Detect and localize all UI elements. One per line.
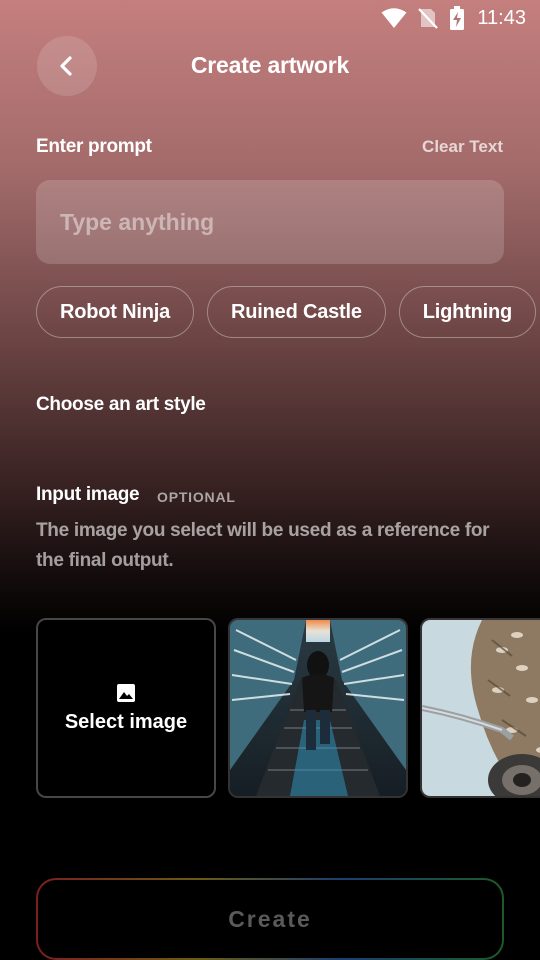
battery-charging-icon <box>449 6 465 30</box>
suggestion-chip-lightning[interactable]: Lightning <box>398 286 537 338</box>
select-image-label: Select image <box>64 710 188 733</box>
page-title: Create artwork <box>190 52 350 78</box>
select-image-tile[interactable]: Select image <box>36 618 216 798</box>
suggestion-chip-ruined-castle[interactable]: Ruined Castle <box>207 286 386 338</box>
image-icon <box>116 683 136 703</box>
status-bar: 11:43 <box>0 0 540 36</box>
no-sim-icon <box>417 7 439 29</box>
create-button[interactable]: Create <box>36 878 504 960</box>
escalator-photo <box>230 620 406 796</box>
suggestion-chip-robot-ninja[interactable]: Robot Ninja <box>36 286 195 338</box>
prompt-input[interactable] <box>36 180 504 264</box>
input-image-description: The image you select will be used as a r… <box>36 520 490 571</box>
art-style-label: Choose an art style <box>36 394 206 415</box>
clear-text-button[interactable]: Clear Text <box>422 137 503 157</box>
optional-badge: OPTIONAL <box>157 489 236 505</box>
sample-image-owl[interactable] <box>420 618 540 798</box>
create-artwork-screen: 11:43 Create artwork Enter prompt Clear … <box>0 0 540 960</box>
sample-image-escalator[interactable] <box>228 618 408 798</box>
input-image-label: Input image <box>36 484 140 505</box>
owl-photo <box>422 620 540 796</box>
suggestion-chip-row: Robot Ninja Ruined Castle Lightning <box>36 286 537 340</box>
status-time: 11:43 <box>477 6 526 29</box>
wifi-icon <box>381 7 407 29</box>
prompt-label: Enter prompt <box>36 136 152 157</box>
